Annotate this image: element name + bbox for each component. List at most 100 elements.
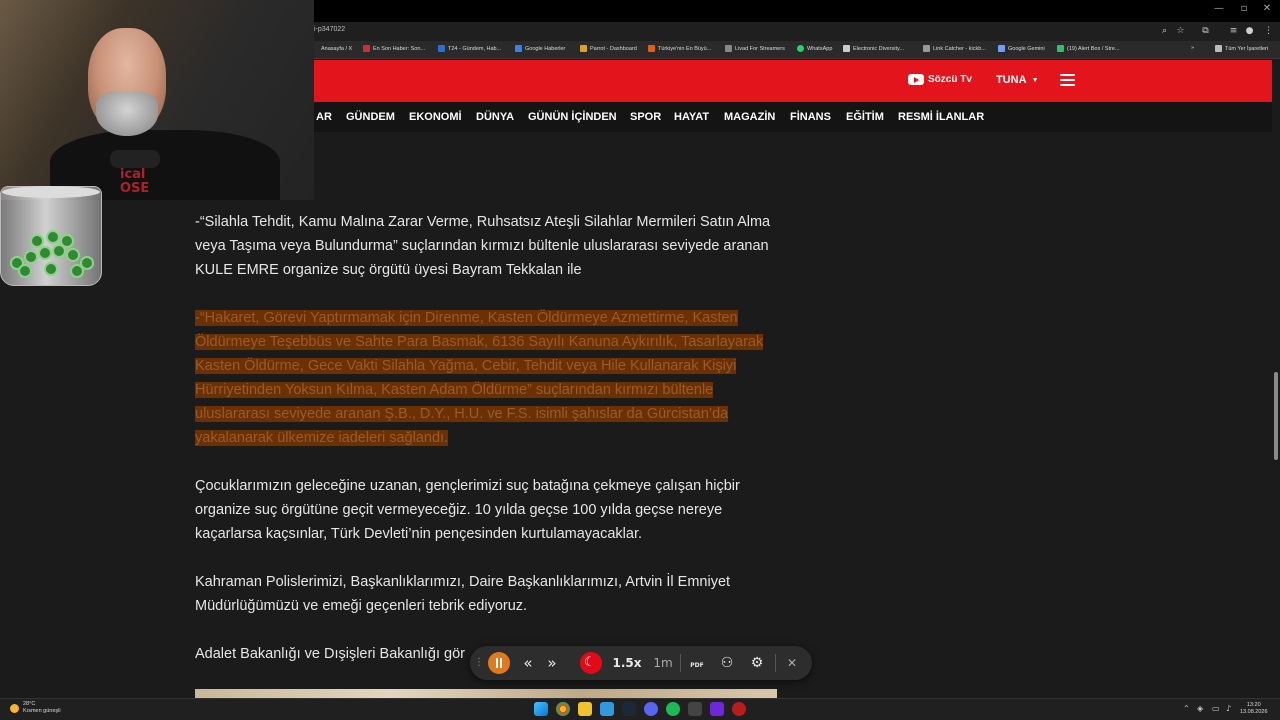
- weather-sun-icon: [10, 703, 19, 713]
- nav-item-gundem[interactable]: GÜNDEM: [346, 111, 395, 123]
- bookmark-star-icon[interactable]: ☆: [1174, 25, 1187, 38]
- zoom-icon[interactable]: ⌕: [1158, 25, 1171, 38]
- volume-icon[interactable]: ♪: [1226, 704, 1231, 713]
- bookmark-item[interactable]: T24 - Gündem, Hab...: [438, 45, 501, 52]
- url-text[interactable]: i-p347022: [314, 26, 345, 33]
- shirt-print: ical OSE: [120, 167, 150, 196]
- bookmark-item[interactable]: Parrot - Dashboard: [580, 45, 637, 52]
- windows-taskbar: 28°C Kısmen güneşli ⌃ ◈ ▭ ♪ 13:20 13.08.20…: [0, 698, 1280, 720]
- bookmark-favicon-icon: [725, 45, 732, 52]
- bookmark-favicon-icon: [648, 45, 655, 52]
- nav-item-spor[interactable]: SPOR: [630, 111, 661, 123]
- app-icon[interactable]: [600, 702, 614, 716]
- pause-button[interactable]: [488, 652, 510, 674]
- bookmark-favicon-icon: [1057, 45, 1064, 52]
- bookmark-favicon-icon: [923, 45, 930, 52]
- bookmark-favicon-icon: [797, 45, 804, 52]
- rewind-button[interactable]: «: [520, 646, 536, 680]
- nav-item-dunya[interactable]: DÜNYA: [476, 111, 514, 123]
- network-icon[interactable]: ▭: [1212, 704, 1220, 713]
- close-window-button[interactable]: ✕: [1256, 3, 1278, 17]
- candy-icon: [18, 264, 32, 278]
- read-aloud-toolbar: ⋮ « » 1.5x 1m PDF ⚇ ⚙ ✕: [470, 646, 812, 680]
- caret-down-icon: ▼: [1031, 76, 1039, 84]
- bookmark-favicon-icon: [515, 45, 522, 52]
- candy-icon: [70, 264, 84, 278]
- nav-item-finans[interactable]: FİNANS: [790, 111, 831, 123]
- bookmark-item[interactable]: Electronic Diversity...: [843, 45, 904, 52]
- bookmark-favicon-icon: [363, 45, 370, 52]
- nav-item-gunun-icinden[interactable]: GÜNÜN İÇİNDEN: [528, 111, 617, 123]
- sozcu-tv-link[interactable]: Sözcü Tv: [908, 74, 972, 85]
- bookmarks-overflow-button[interactable]: »: [1191, 45, 1194, 51]
- forward-button[interactable]: »: [544, 646, 560, 680]
- weather-desc: Kısmen güneşli: [23, 708, 61, 714]
- article-content: -“Silahla Tehdit, Kamu Malına Zarar Verm…: [0, 132, 1272, 698]
- microphone: [110, 150, 160, 168]
- nav-item-hayat[interactable]: HAYAT: [674, 111, 709, 123]
- settings-gear-icon[interactable]: ⚙: [748, 646, 766, 680]
- candy-icon: [30, 234, 44, 248]
- app-icon[interactable]: [688, 702, 702, 716]
- toolbar-divider: [775, 654, 776, 672]
- bookmark-item[interactable]: (19) Alert Box / Stre...: [1057, 45, 1120, 52]
- system-clock[interactable]: 13:20 13.08.2026: [1240, 702, 1268, 716]
- weather-temp: 28°C: [23, 701, 36, 707]
- speed-selector[interactable]: 1.5x: [612, 646, 642, 680]
- start-button-icon[interactable]: [534, 702, 548, 716]
- bookmark-item[interactable]: Anasayfa / X: [318, 45, 352, 52]
- nav-item-egitim[interactable]: EĞİTİM: [846, 111, 884, 123]
- profile-icon[interactable]: ●: [1243, 25, 1256, 38]
- media-controls-icon[interactable]: ≡: [1227, 25, 1240, 38]
- drag-handle-icon[interactable]: ⋮: [474, 646, 484, 680]
- extensions-icon[interactable]: ⧉: [1199, 25, 1212, 38]
- bookmark-item[interactable]: Google Gemini: [998, 45, 1045, 52]
- minimize-button[interactable]: —: [1208, 3, 1230, 17]
- article-paragraph-highlighted: -“Hakaret, Görevi Yaptırmamak için Diren…: [195, 306, 785, 450]
- discord-icon[interactable]: [644, 702, 658, 716]
- hamburger-menu-icon[interactable]: [1060, 74, 1075, 86]
- candy-icon: [44, 262, 58, 276]
- all-bookmarks-folder[interactable]: Tüm Yer İşaretleri: [1215, 45, 1268, 52]
- nav-item[interactable]: AR: [316, 111, 332, 123]
- file-explorer-icon[interactable]: [578, 702, 592, 716]
- bookmark-favicon-icon: [843, 45, 850, 52]
- bookmark-favicon-icon: [438, 45, 445, 52]
- browser-menu-icon[interactable]: ⋮: [1262, 25, 1275, 38]
- webcam-overlay: ical OSE: [0, 0, 314, 200]
- turkish-flag-voice-icon[interactable]: [580, 652, 602, 674]
- maximize-button[interactable]: ▫: [1233, 3, 1255, 17]
- app-icon[interactable]: [732, 702, 746, 716]
- bookmark-item[interactable]: En Son Haber: Son...: [363, 45, 425, 52]
- nav-item-resmi-ilanlar[interactable]: RESMİ İLANLAR: [898, 111, 984, 123]
- scrollbar-thumb[interactable]: [1274, 372, 1278, 460]
- highlighted-text: -“Hakaret, Görevi Yaptırmamak için Diren…: [195, 310, 764, 446]
- pdf-button[interactable]: PDF: [688, 646, 706, 680]
- article-paragraph: Kahraman Polislerimizi, Başkanlıklarımız…: [195, 574, 731, 614]
- user-icon[interactable]: ⚇: [718, 646, 736, 680]
- candy-icon: [66, 248, 80, 262]
- nav-item-ekonomi[interactable]: EKONOMİ: [409, 111, 462, 123]
- jar-rim: [2, 186, 100, 198]
- steam-icon[interactable]: [622, 702, 636, 716]
- bookmark-item[interactable]: WhatsApp: [797, 45, 832, 52]
- app-icon[interactable]: [710, 702, 724, 716]
- copilot-icon[interactable]: ◈: [1197, 704, 1203, 713]
- youtube-play-icon: [908, 74, 924, 85]
- toolbar-divider: [680, 654, 681, 672]
- bookmark-item[interactable]: Türkiye'nin En Büyü...: [648, 45, 711, 52]
- nav-item-magazin[interactable]: MAGAZİN: [724, 111, 775, 123]
- bookmark-item[interactable]: Google Haberler: [515, 45, 565, 52]
- weather-widget[interactable]: 28°C Kısmen güneşli: [10, 701, 61, 715]
- spotify-icon[interactable]: [666, 702, 680, 716]
- folder-icon: [1215, 45, 1222, 52]
- tray-overflow-icon[interactable]: ⌃: [1183, 704, 1190, 713]
- user-menu-button[interactable]: TUNA ▼: [996, 74, 1039, 86]
- close-toolbar-button[interactable]: ✕: [784, 646, 800, 680]
- bookmark-item[interactable]: Link Catcher - kickb...: [923, 45, 986, 52]
- candy-icon: [60, 234, 74, 248]
- chrome-icon[interactable]: [556, 702, 570, 716]
- bookmark-item[interactable]: Livad For Streamers: [725, 45, 785, 52]
- bookmark-favicon-icon: [998, 45, 1005, 52]
- article-image: [195, 689, 777, 698]
